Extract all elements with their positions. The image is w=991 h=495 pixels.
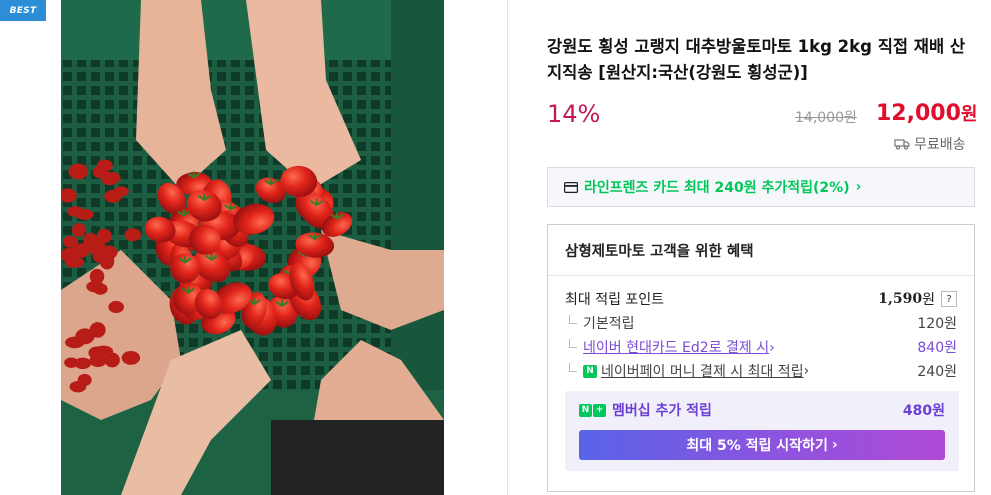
benefit-row-label: 기본적립 [565,313,635,333]
benefits-panel: 삼형제토마토 고객을 위한 혜택 최대 적립 포인트 1,590 원 ? 기본적립… [547,224,975,492]
credit-card-icon [564,181,578,193]
benefit-row-value: 240원 [917,364,957,380]
naver-plus-icon: N + [579,403,606,417]
max-points-unit: 원 [922,292,935,308]
naverpay-link[interactable]: 네이버페이 머니 결제 시 최대 적립 [601,361,804,381]
membership-row: N + 멤버십 추가 적립 480원 [579,400,945,420]
card-promo-text: 라인프렌즈 카드 최대 240원 추가적립(2%) [584,180,850,196]
benefit-row-value: 840원 [917,340,957,356]
best-badge: BEST [0,0,46,21]
max-points-amount: 1,590 원 ? [878,289,957,309]
product-image[interactable] [61,0,444,495]
naverpay-icon: N [583,364,597,378]
discount-rate: 14% [547,100,601,128]
membership-button-label: 최대 5% 적립 시작하기 [686,438,828,454]
benefit-row-naverpay[interactable]: N 네이버페이 머니 결제 시 최대 적립 › 240원 [565,361,957,381]
truck-icon [894,139,910,150]
tomato-photo [61,0,444,495]
membership-start-button[interactable]: 최대 5% 적립 시작하기 › [579,430,945,460]
help-icon[interactable]: ? [941,291,957,307]
vertical-divider [507,0,508,495]
benefit-row-basic: 기본적립 120원 [565,313,957,333]
shipping-label: 무료배송 [914,137,966,153]
membership-section: N + 멤버십 추가 적립 480원 최대 5% 적립 시작하기 › [565,391,959,471]
benefit-row-value: 120원 [917,316,957,332]
benefits-divider [548,275,974,276]
product-title: 강원도 횡성 고랭지 대추방울토마토 1kg 2kg 직접 재배 산지직송 [원… [547,37,966,82]
sale-price: 12,000원 [876,100,977,126]
shipping-info: 무료배송 [894,134,966,154]
max-points-value: 1,590 [878,291,923,307]
plus-icon: + [593,403,606,417]
chevron-right-icon: › [831,437,838,453]
max-points-row: 최대 적립 포인트 1,590 원 ? [565,289,957,309]
membership-label: 멤버십 추가 적립 [612,403,712,419]
naver-n-icon: N [579,403,592,417]
chevron-right-icon: › [803,363,810,379]
sale-price-unit: 원 [960,104,978,125]
hyundai-card-link[interactable]: 네이버 현대카드 Ed2로 결제 시 [583,340,769,356]
benefit-row-link[interactable]: N 네이버페이 머니 결제 시 최대 적립 › [565,361,809,381]
card-promo-banner[interactable]: 라인프렌즈 카드 최대 240원 추가적립(2%) › [547,167,975,207]
membership-value: 480원 [902,403,945,419]
chevron-right-icon: › [855,179,862,195]
membership-label-group: N + 멤버십 추가 적립 [579,400,712,420]
benefit-row-link[interactable]: 네이버 현대카드 Ed2로 결제 시› [565,337,775,357]
benefit-row-hyundai-card[interactable]: 네이버 현대카드 Ed2로 결제 시› 840원 [565,337,957,357]
sale-price-value: 12,000 [876,101,961,126]
benefits-title: 삼형제토마토 고객을 위한 혜택 [565,244,754,260]
max-points-label: 최대 적립 포인트 [565,292,665,308]
chevron-right-icon: › [769,340,775,356]
original-price: 14,000원 [795,110,857,126]
